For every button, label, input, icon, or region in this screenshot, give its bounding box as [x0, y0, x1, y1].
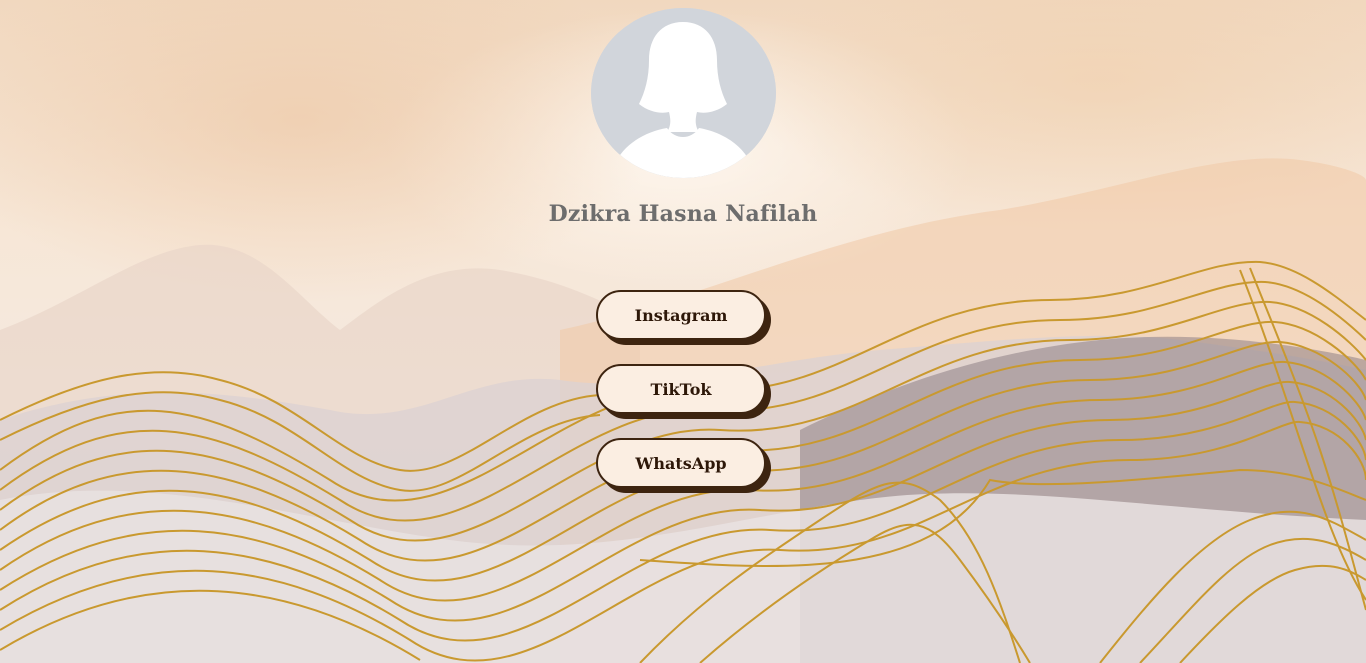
tiktok-link-button[interactable]: TikTok [596, 364, 766, 414]
profile-name: Dzikra Hasna Nafilah [548, 201, 818, 227]
profile-avatar [591, 8, 776, 178]
whatsapp-link-button[interactable]: WhatsApp [596, 438, 766, 488]
user-silhouette-icon [591, 8, 776, 178]
instagram-link-button[interactable]: Instagram [596, 290, 766, 340]
link-list: Instagram TikTok WhatsApp [596, 290, 772, 512]
